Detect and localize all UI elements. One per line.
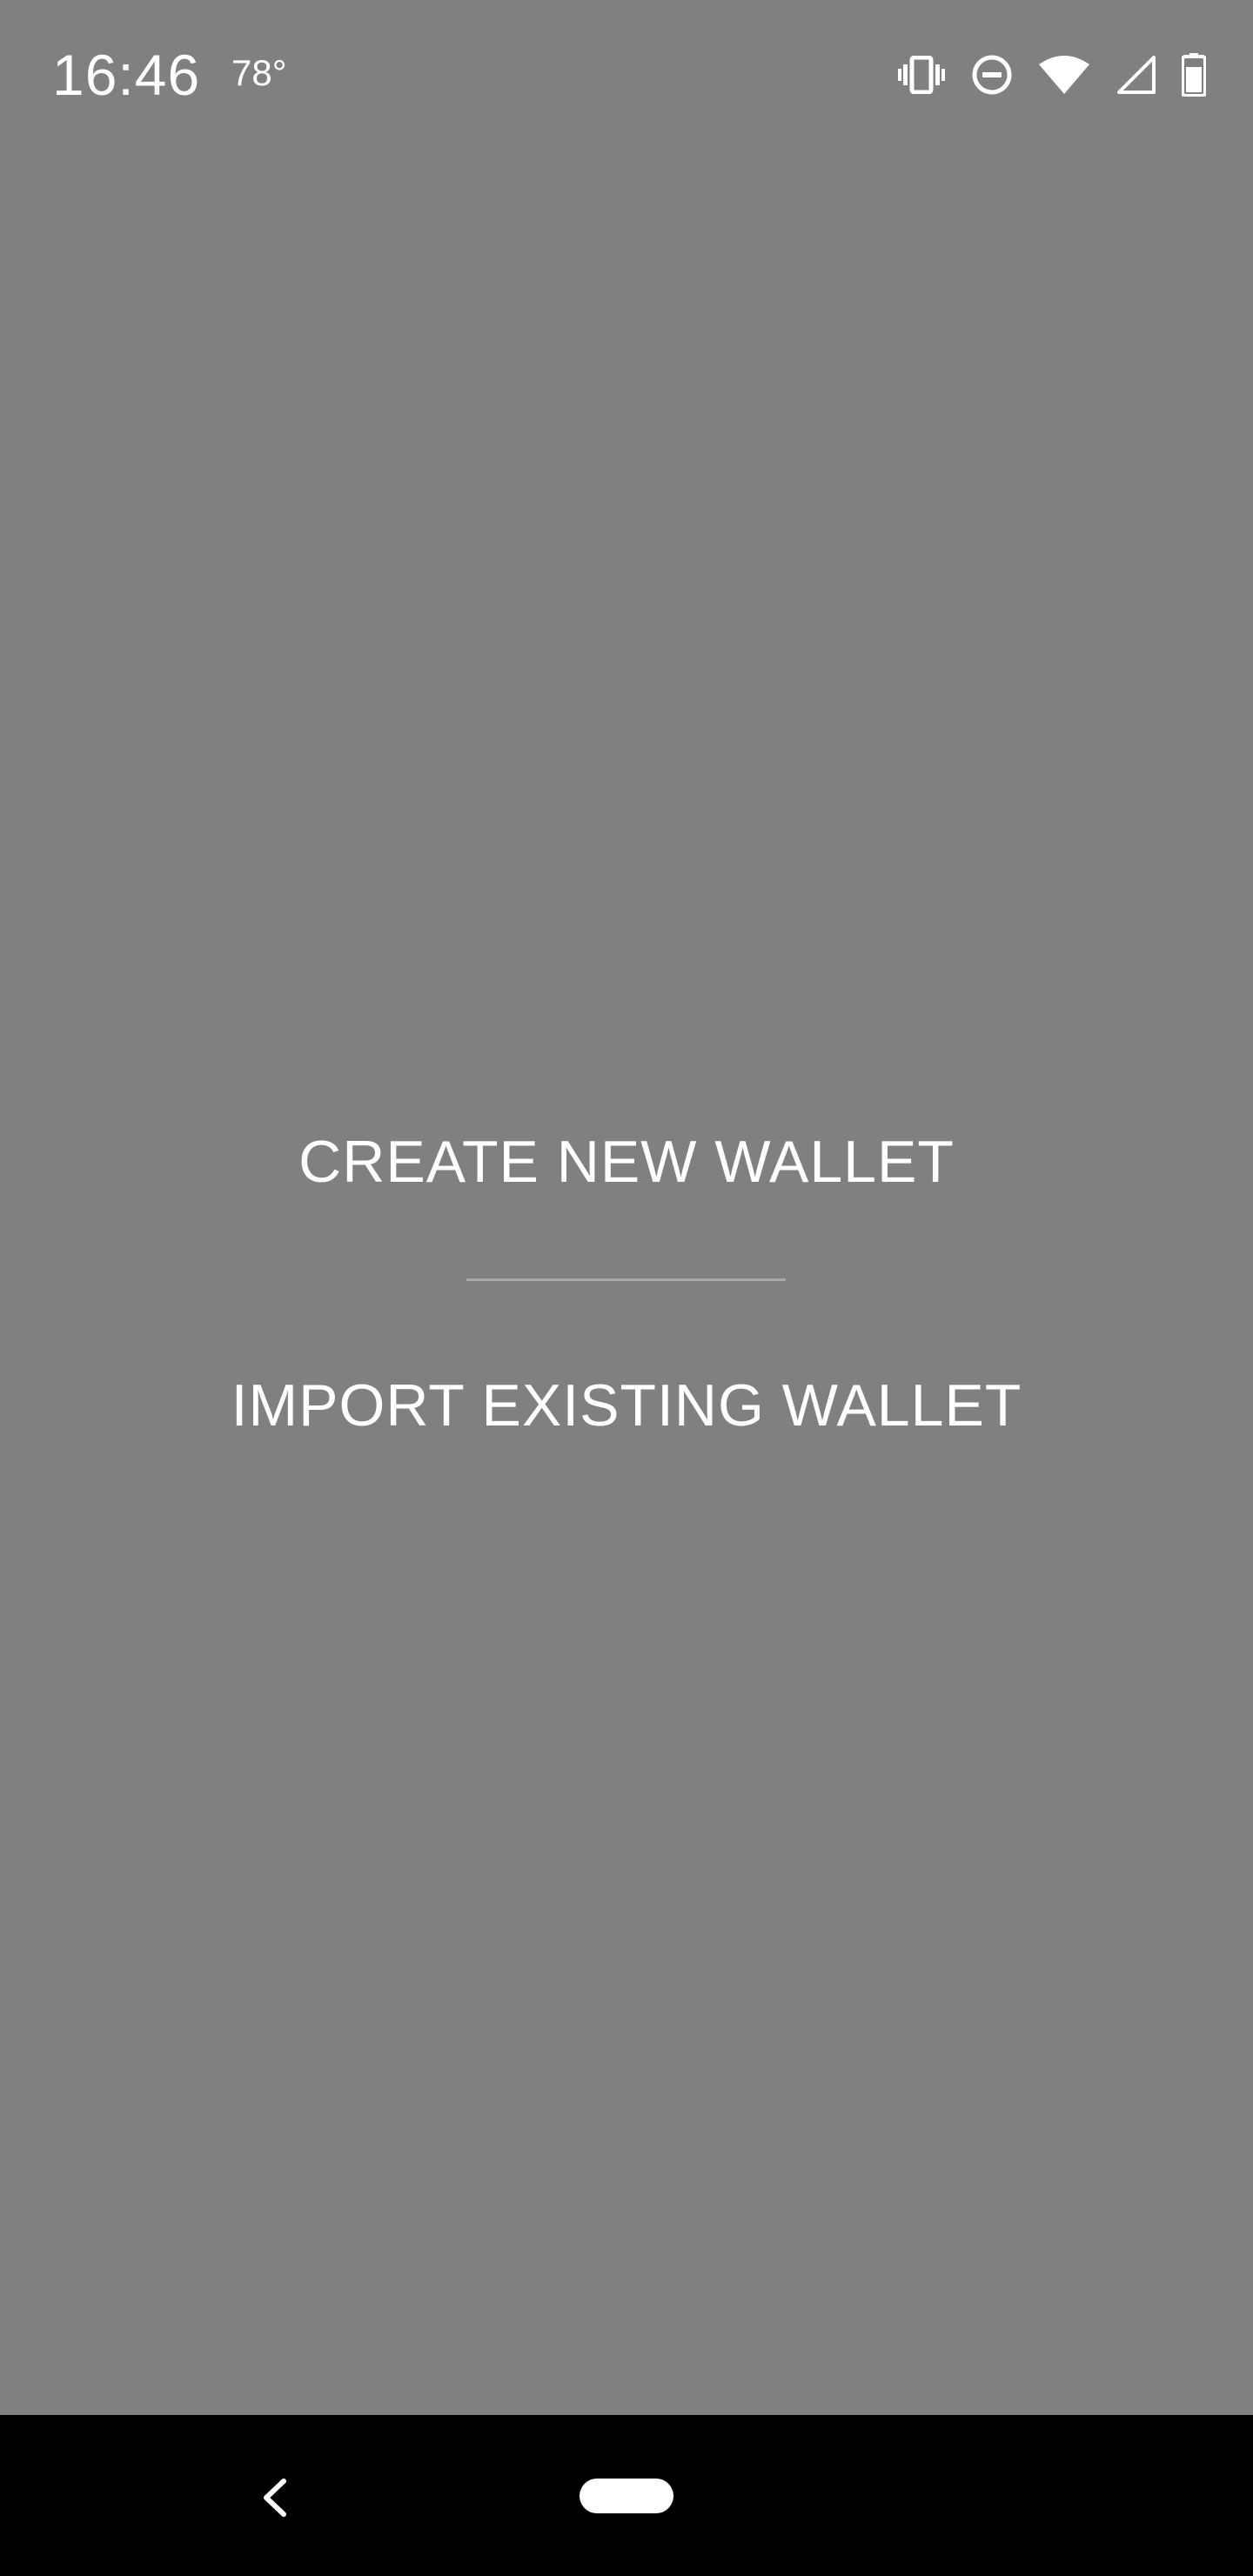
create-new-wallet-button[interactable]: CREATE NEW WALLET — [0, 1123, 1253, 1201]
back-icon[interactable] — [258, 2476, 292, 2519]
battery-icon — [1182, 53, 1206, 97]
vibrate-icon — [898, 56, 945, 94]
status-time: 16:46 — [52, 43, 201, 107]
navigation-bar — [0, 2415, 1253, 2576]
cellular-signal-icon — [1116, 56, 1156, 94]
home-pill[interactable] — [580, 2479, 673, 2513]
import-existing-wallet-button[interactable]: IMPORT EXISTING WALLET — [0, 1366, 1253, 1445]
do-not-disturb-icon — [971, 54, 1013, 96]
divider — [466, 1278, 786, 1281]
status-temperature: 78° — [231, 52, 287, 93]
wifi-icon — [1039, 56, 1089, 94]
status-icons — [898, 50, 1206, 99]
status-bar: 16:46 78° — [0, 0, 1253, 148]
